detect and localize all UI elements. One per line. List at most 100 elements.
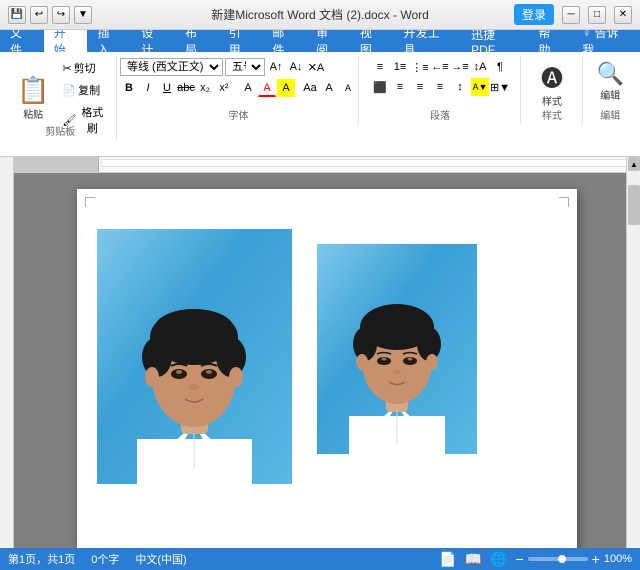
- maximize-btn[interactable]: □: [588, 6, 606, 24]
- paragraph-label: 段落: [430, 107, 450, 122]
- status-right: 📄 📖 🌐 − + 100%: [439, 551, 632, 568]
- shrink-font-btn[interactable]: A↓: [287, 58, 305, 76]
- show-marks-btn[interactable]: ¶: [491, 58, 509, 76]
- zoom-controls: − + 100%: [515, 551, 632, 567]
- menu-bar: 文件 开始 插入 设计 布局 引用 邮件 审阅 视图 开发工具 迅捷PDF 帮助…: [0, 30, 640, 52]
- paste-button[interactable]: 📋 粘贴: [10, 72, 56, 124]
- menu-developer[interactable]: 开发工具: [394, 30, 461, 52]
- title-bar: 💾 ↩ ↪ ▼ 新建Microsoft Word 文档 (2).docx - W…: [0, 0, 640, 30]
- ribbon-paragraph-group: ≡ 1≡ ⋮≡ ←≡ →≡ ↕A ¶ ⬛ ≡ ≡ ≡ ↕ A▼ ⊞▼: [361, 56, 521, 124]
- vertical-ruler: [0, 157, 14, 548]
- word-count: 0个字: [91, 551, 119, 567]
- copy-button[interactable]: 📄 复制: [58, 80, 110, 100]
- ribbon-font-group: 等线 (西文正文) 五号 A↑ A↓ ✕A B I U abc x₂ x²: [119, 56, 358, 124]
- photos-container: [97, 219, 557, 484]
- cut-button[interactable]: ✂ 剪切: [58, 58, 110, 78]
- text-color-btn[interactable]: A: [258, 79, 276, 97]
- multilevel-btn[interactable]: ⋮≡: [411, 58, 429, 76]
- clipboard-label: 剪贴板: [45, 123, 75, 138]
- font-size-a3-btn[interactable]: A: [339, 79, 357, 97]
- undo-btn[interactable]: ↩: [30, 6, 48, 24]
- highlight-btn[interactable]: A: [277, 79, 295, 97]
- menu-home[interactable]: 开始: [44, 30, 88, 52]
- menu-tell-me[interactable]: ♀ 告诉我: [572, 30, 640, 52]
- print-layout-btn[interactable]: 📄: [439, 551, 456, 568]
- window-title: 新建Microsoft Word 文档 (2).docx - Word: [211, 6, 429, 23]
- ribbon-editing-group: 🔍 编辑 编辑: [585, 56, 636, 124]
- styles-label: 样式: [542, 107, 562, 122]
- font-size-a2-btn[interactable]: A: [320, 79, 338, 97]
- font-size-select[interactable]: 五号: [225, 58, 265, 76]
- redo-btn[interactable]: ↪: [52, 6, 70, 24]
- menu-design[interactable]: 设计: [131, 30, 175, 52]
- status-bar: 第1页，共1页 0个字 中文(中国) 📄 📖 🌐 − + 100%: [0, 548, 640, 570]
- bold-btn[interactable]: B: [120, 79, 138, 97]
- minimize-btn[interactable]: ─: [562, 6, 580, 24]
- shading-btn[interactable]: A▼: [471, 78, 489, 96]
- login-button[interactable]: 登录: [514, 4, 554, 25]
- web-layout-btn[interactable]: 🌐: [490, 551, 507, 568]
- align-left-btn[interactable]: ⬛: [371, 78, 389, 96]
- align-right-btn[interactable]: ≡: [411, 78, 429, 96]
- ribbon-clipboard-group: 📋 粘贴 ✂ 剪切 📄 复制 🖌 格式刷 剪贴板: [4, 56, 117, 140]
- text-effect-btn[interactable]: A: [239, 79, 257, 97]
- photo-large: [97, 229, 292, 484]
- sort-btn[interactable]: ↕A: [471, 58, 489, 76]
- page-area: ↵: [14, 173, 640, 548]
- clear-format-btn[interactable]: ✕A: [307, 58, 325, 76]
- quick-access-toolbar: 💾 ↩ ↪ ▼: [8, 6, 92, 24]
- line-spacing-btn[interactable]: ↕: [451, 78, 469, 96]
- numbering-btn[interactable]: 1≡: [391, 58, 409, 76]
- vertical-scrollbar[interactable]: ▲: [626, 157, 640, 548]
- zoom-in-btn[interactable]: +: [592, 551, 600, 567]
- corner-mark-tl: [85, 197, 95, 207]
- menu-references[interactable]: 引用: [219, 30, 263, 52]
- person-svg-large: [97, 229, 292, 484]
- language: 中文(中国): [135, 551, 186, 567]
- styles-button[interactable]: 🅐 样式: [534, 58, 570, 111]
- zoom-out-btn[interactable]: −: [515, 551, 523, 567]
- editing-button[interactable]: 🔍 编辑: [590, 58, 631, 105]
- underline-btn[interactable]: U: [158, 79, 176, 97]
- font-label: 字体: [228, 107, 248, 122]
- content-area: ↵ ▲: [0, 157, 640, 548]
- font-name-row: 等线 (西文正文) 五号 A↑ A↓ ✕A: [120, 58, 357, 76]
- menu-file[interactable]: 文件: [0, 30, 44, 52]
- customize-quick-access-btn[interactable]: ▼: [74, 6, 92, 24]
- border-btn[interactable]: ⊞▼: [491, 78, 509, 96]
- grow-font-btn[interactable]: A↑: [267, 58, 285, 76]
- font-size-aa-btn[interactable]: Aa: [301, 79, 319, 97]
- justify-btn[interactable]: ≡: [431, 78, 449, 96]
- ribbon: 📋 粘贴 ✂ 剪切 📄 复制 🖌 格式刷 剪贴板 等线 (西文正文): [0, 52, 640, 157]
- scrollbar-thumb[interactable]: [628, 185, 640, 225]
- para-row2: ⬛ ≡ ≡ ≡ ↕ A▼ ⊞▼: [371, 78, 509, 96]
- para-row1: ≡ 1≡ ⋮≡ ←≡ →≡ ↕A ¶: [371, 58, 509, 76]
- ribbon-styles-group: 🅐 样式 样式: [523, 56, 583, 124]
- save-quick-btn[interactable]: 💾: [8, 6, 26, 24]
- menu-pdf[interactable]: 迅捷PDF: [461, 30, 528, 52]
- superscript-btn[interactable]: x²: [215, 79, 233, 97]
- font-controls: 等线 (西文正文) 五号 A↑ A↓ ✕A B I U abc x₂ x²: [120, 58, 357, 97]
- menu-insert[interactable]: 插入: [87, 30, 131, 52]
- document-page[interactable]: ↵: [77, 189, 577, 548]
- close-btn[interactable]: ✕: [614, 6, 632, 24]
- page-info: 第1页，共1页: [8, 551, 75, 567]
- menu-layout[interactable]: 布局: [175, 30, 219, 52]
- align-center-btn[interactable]: ≡: [391, 78, 409, 96]
- menu-view[interactable]: 视图: [350, 30, 394, 52]
- strikethrough-btn[interactable]: abc: [177, 79, 195, 97]
- bullets-btn[interactable]: ≡: [371, 58, 389, 76]
- title-bar-right: 登录 ─ □ ✕: [514, 4, 632, 25]
- subscript-btn[interactable]: x₂: [196, 79, 214, 97]
- font-name-select[interactable]: 等线 (西文正文): [120, 58, 223, 76]
- horizontal-ruler: [14, 157, 640, 173]
- decrease-indent-btn[interactable]: ←≡: [431, 58, 449, 76]
- corner-mark-tr: [559, 197, 569, 207]
- italic-btn[interactable]: I: [139, 79, 157, 97]
- increase-indent-btn[interactable]: →≡: [451, 58, 469, 76]
- zoom-track[interactable]: [528, 557, 588, 561]
- read-mode-btn[interactable]: 📖: [465, 551, 482, 568]
- menu-mailings[interactable]: 邮件: [262, 30, 306, 52]
- menu-help[interactable]: 帮助: [529, 30, 573, 52]
- menu-review[interactable]: 审阅: [306, 30, 350, 52]
